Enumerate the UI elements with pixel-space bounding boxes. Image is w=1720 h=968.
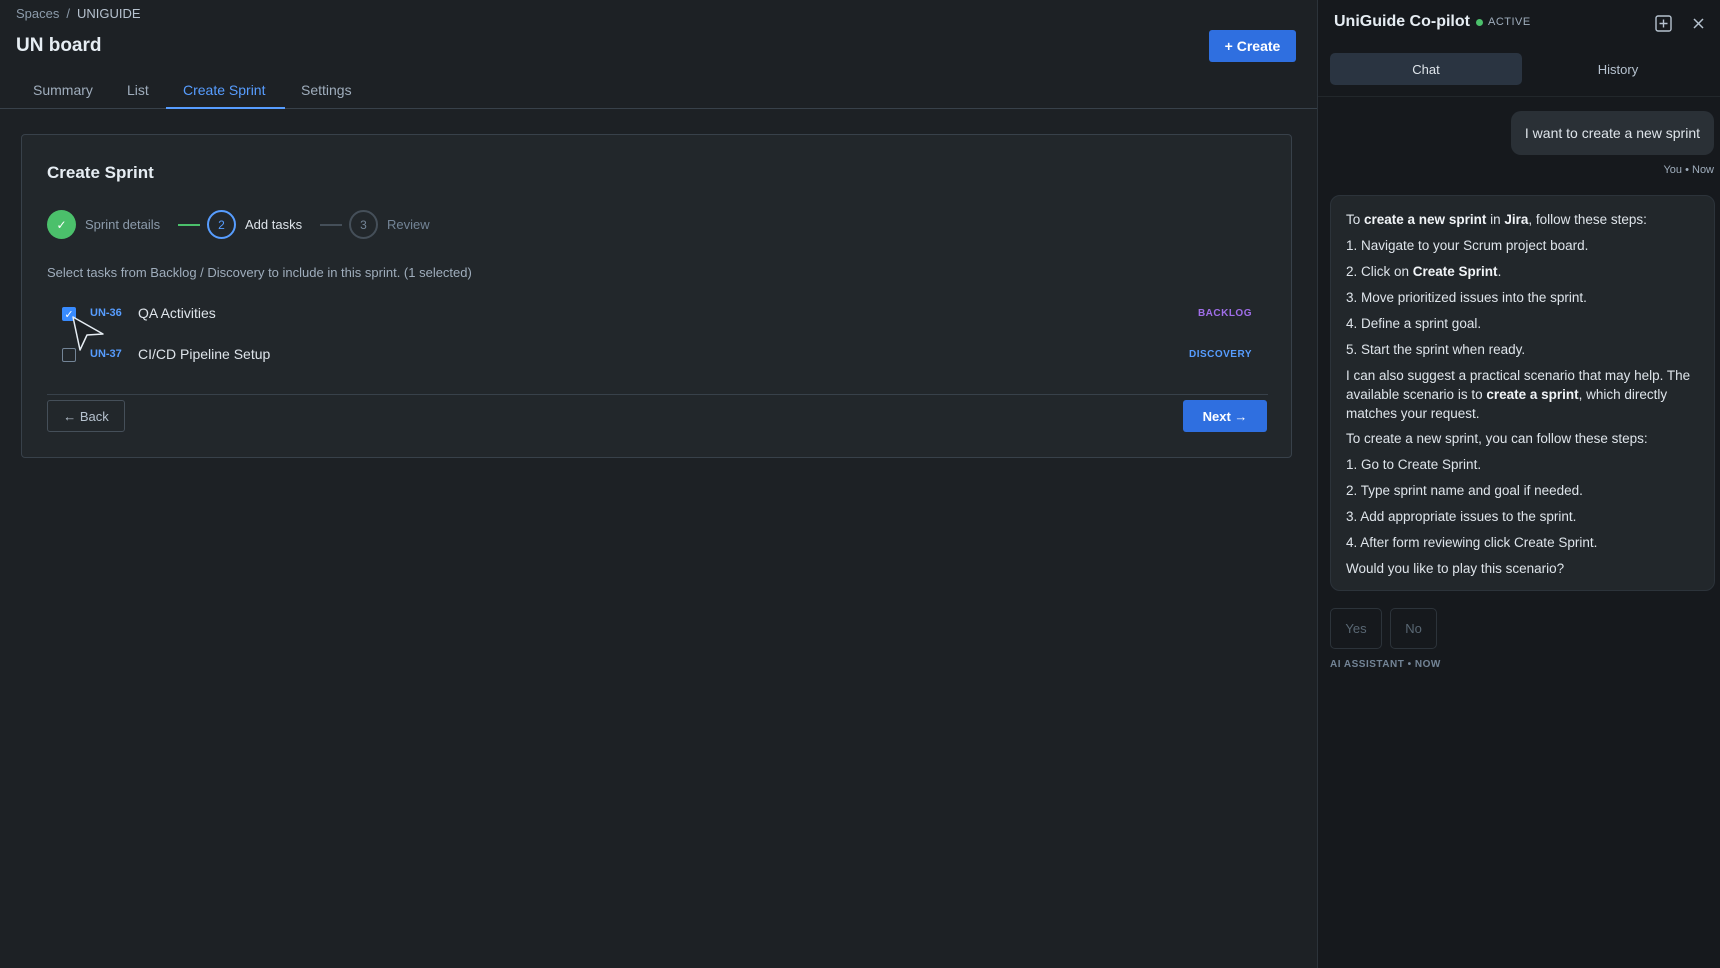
ai-text: To xyxy=(1346,212,1365,227)
user-message-meta: You • Now xyxy=(1663,164,1714,176)
status-badge: ACTIVE xyxy=(1476,16,1531,28)
ai-step: 1. Navigate to your Scrum project board. xyxy=(1346,238,1589,253)
step-label-review: Review xyxy=(387,217,430,232)
task-name: CI/CD Pipeline Setup xyxy=(138,346,271,362)
yes-button[interactable]: Yes xyxy=(1330,608,1382,649)
ai-step: 3. Add appropriate issues to the sprint. xyxy=(1346,509,1577,524)
step-connector-pending xyxy=(320,224,342,226)
page-title: UN board xyxy=(16,35,102,56)
ai-followup: To create a new sprint, you can follow t… xyxy=(1346,431,1648,446)
step-connector-done xyxy=(178,224,200,226)
mouse-cursor-icon xyxy=(72,316,104,351)
back-button[interactable]: ← Back xyxy=(47,400,125,432)
task-name: QA Activities xyxy=(138,305,216,321)
breadcrumb-current[interactable]: UNIGUIDE xyxy=(77,6,141,21)
board-tabs: Summary List Create Sprint Settings xyxy=(0,72,1317,109)
tab-history[interactable]: History xyxy=(1522,53,1714,85)
step-number-current: 2 xyxy=(207,210,236,239)
ai-text: 2. Click on xyxy=(1346,264,1413,279)
task-row[interactable]: UN-37 CI/CD Pipeline Setup DISCOVERY xyxy=(62,344,1262,366)
step-number-upcoming: 3 xyxy=(349,210,378,239)
tab-summary[interactable]: Summary xyxy=(33,82,93,109)
ai-text: in xyxy=(1486,212,1505,227)
step-done-check-icon: ✓ xyxy=(47,210,76,239)
ai-step: 4. After form reviewing click Create Spr… xyxy=(1346,535,1598,550)
close-icon[interactable] xyxy=(1688,13,1708,33)
ai-text: , follow these steps: xyxy=(1528,212,1647,227)
ai-bold-text: Create Sprint xyxy=(1412,264,1498,279)
ai-intro: To create a new sprint in Jira, follow t… xyxy=(1346,210,1699,230)
ai-step: 1. Go to Create Sprint. xyxy=(1346,457,1482,472)
status-text: ACTIVE xyxy=(1488,16,1531,28)
ai-message: To create a new sprint in Jira, follow t… xyxy=(1330,195,1715,591)
ai-question: Would you like to play this scenario? xyxy=(1346,561,1565,576)
ai-step: 3. Move prioritized issues into the spri… xyxy=(1346,290,1587,305)
tab-chat[interactable]: Chat xyxy=(1330,53,1522,85)
plus-square-icon xyxy=(1654,14,1672,32)
task-row[interactable]: ✓ UN-36 QA Activities BACKLOG xyxy=(62,303,1262,325)
task-tag-backlog: BACKLOG xyxy=(1197,308,1252,319)
copilot-panel: UniGuide Co-pilot ACTIVE Chat History I … xyxy=(1317,0,1720,968)
tab-settings[interactable]: Settings xyxy=(301,82,352,109)
step-label-sprint-details: Sprint details xyxy=(85,217,161,232)
breadcrumb: Spaces / UNIGUIDE xyxy=(16,6,141,21)
create-sprint-card: Create Sprint ✓ Sprint details 2 Add tas… xyxy=(21,134,1292,458)
no-button[interactable]: No xyxy=(1390,608,1437,649)
card-title: Create Sprint xyxy=(47,163,154,182)
ai-step: 2. Click on Create Sprint. xyxy=(1346,262,1699,282)
ai-step: 4. Define a sprint goal. xyxy=(1346,316,1482,331)
tab-list[interactable]: List xyxy=(127,82,149,109)
breadcrumb-spaces[interactable]: Spaces xyxy=(16,6,59,21)
main-area: Spaces / UNIGUIDE UN board + Create Summ… xyxy=(0,0,1317,968)
copilot-tabs: Chat History xyxy=(1330,53,1714,85)
breadcrumb-separator: / xyxy=(66,6,70,21)
user-message: I want to create a new sprint xyxy=(1510,111,1714,155)
tab-create-sprint[interactable]: Create Sprint xyxy=(166,82,285,109)
wizard-stepper: ✓ Sprint details 2 Add tasks 3 Review xyxy=(47,210,547,240)
ai-bold-text: Jira xyxy=(1504,212,1529,227)
ai-bold-text: create a sprint xyxy=(1486,387,1579,402)
task-instructions: Select tasks from Backlog / Discovery to… xyxy=(47,265,472,280)
create-button[interactable]: + Create xyxy=(1209,30,1296,62)
ai-step: 5. Start the sprint when ready. xyxy=(1346,342,1526,357)
ai-text: . xyxy=(1497,264,1502,279)
ai-scenario: I can also suggest a practical scenario … xyxy=(1346,366,1699,423)
next-button[interactable]: Next → xyxy=(1183,400,1267,432)
ai-step: 2. Type sprint name and goal if needed. xyxy=(1346,483,1583,498)
new-chat-icon[interactable] xyxy=(1653,13,1673,33)
step-label-add-tasks: Add tasks xyxy=(245,217,303,232)
ai-bold-text: create a new sprint xyxy=(1364,212,1487,227)
ai-message-meta: AI ASSISTANT • NOW xyxy=(1330,659,1441,670)
status-dot-icon xyxy=(1476,18,1483,26)
task-tag-discovery: DISCOVERY xyxy=(1188,349,1252,360)
panel-divider xyxy=(1318,96,1720,97)
card-divider xyxy=(47,394,1268,395)
copilot-title: UniGuide Co-pilot xyxy=(1334,13,1470,30)
